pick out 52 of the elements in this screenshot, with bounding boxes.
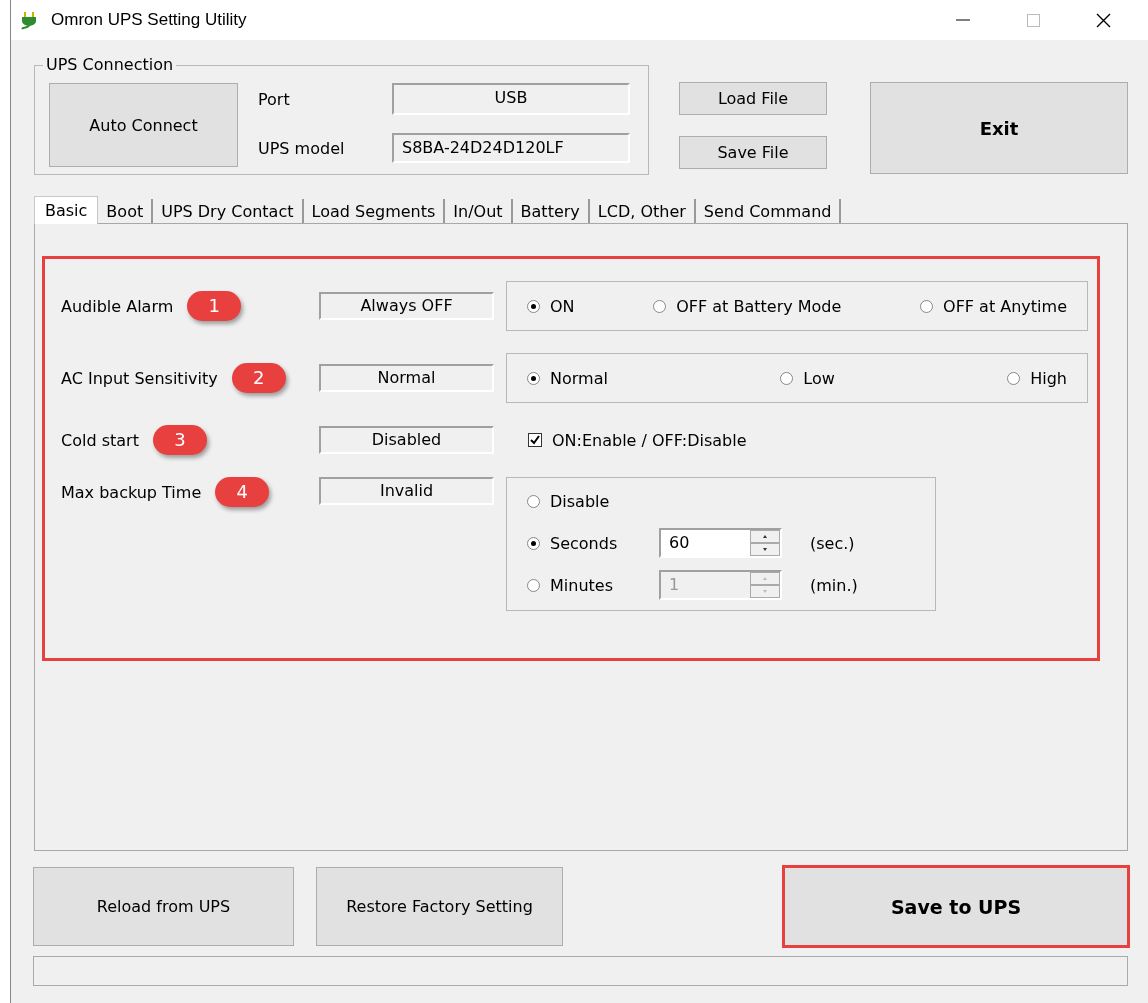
spin-field[interactable]: 60 bbox=[659, 528, 782, 558]
checkbox[interactable] bbox=[528, 433, 542, 447]
option-label: OFF at Anytime bbox=[943, 296, 1067, 316]
number-badge: 1 bbox=[187, 291, 242, 321]
radio-button[interactable] bbox=[920, 299, 934, 313]
radio-button[interactable] bbox=[527, 536, 540, 550]
tab[interactable]: Basic bbox=[34, 196, 99, 224]
number-badge: 4 bbox=[215, 477, 270, 507]
file-button[interactable]: Load File bbox=[679, 82, 827, 115]
option-label: Seconds bbox=[550, 533, 618, 553]
radio-button[interactable] bbox=[527, 299, 540, 313]
status-field: Disabled bbox=[319, 426, 494, 454]
option-label: OFF at Battery Mode bbox=[676, 296, 842, 316]
option-label: Normal bbox=[550, 368, 608, 388]
number-badge: 3 bbox=[152, 425, 207, 455]
readonly-field: S8BA-24D24D120LF bbox=[392, 133, 630, 163]
status-field: Normal bbox=[319, 364, 494, 392]
radio-button[interactable] bbox=[780, 371, 794, 385]
unit-label: (sec.) bbox=[810, 533, 855, 553]
auto-connect-button[interactable]: Auto Connect bbox=[49, 83, 238, 167]
maximize-icon bbox=[1026, 13, 1040, 27]
action-button[interactable]: Reload from UPS bbox=[33, 867, 294, 946]
radio-button[interactable] bbox=[1007, 371, 1021, 385]
checkbox-label: ON:Enable / OFF:Disable bbox=[552, 430, 747, 450]
field-label: Port bbox=[258, 89, 291, 109]
radio-button[interactable] bbox=[527, 494, 540, 508]
readonly-field: USB bbox=[392, 83, 630, 115]
option-label: Disable bbox=[550, 491, 610, 511]
status-field: Invalid bbox=[319, 477, 494, 505]
setting-label: Max backup Time bbox=[61, 482, 202, 502]
radio-button[interactable] bbox=[653, 299, 667, 313]
setting-label: AC Input Sensitivity bbox=[61, 368, 218, 388]
option-label: High bbox=[1030, 368, 1067, 388]
action-button[interactable]: Restore Factory Setting bbox=[316, 867, 563, 946]
file-button[interactable]: Save File bbox=[679, 136, 827, 169]
option-label: ON bbox=[550, 296, 575, 316]
close-icon bbox=[1095, 12, 1111, 28]
plug-icon bbox=[19, 10, 39, 30]
option-label: Low bbox=[803, 368, 835, 388]
setting-label: Audible Alarm bbox=[61, 296, 174, 316]
field-label: UPS model bbox=[258, 138, 346, 158]
spin-down-icon[interactable] bbox=[750, 543, 780, 556]
setting-label: Cold start bbox=[61, 430, 139, 450]
unit-label: (min.) bbox=[810, 575, 858, 595]
radio-button[interactable] bbox=[527, 371, 540, 385]
status-field: Always OFF bbox=[319, 292, 494, 320]
option-label: Minutes bbox=[550, 575, 613, 595]
spin-up-icon[interactable] bbox=[750, 530, 780, 543]
number-badge: 2 bbox=[231, 363, 286, 393]
window-title: Omron UPS Setting Utility bbox=[51, 10, 248, 30]
exit-button[interactable]: Exit bbox=[870, 82, 1128, 174]
action-button[interactable]: Save to UPS bbox=[784, 867, 1128, 946]
